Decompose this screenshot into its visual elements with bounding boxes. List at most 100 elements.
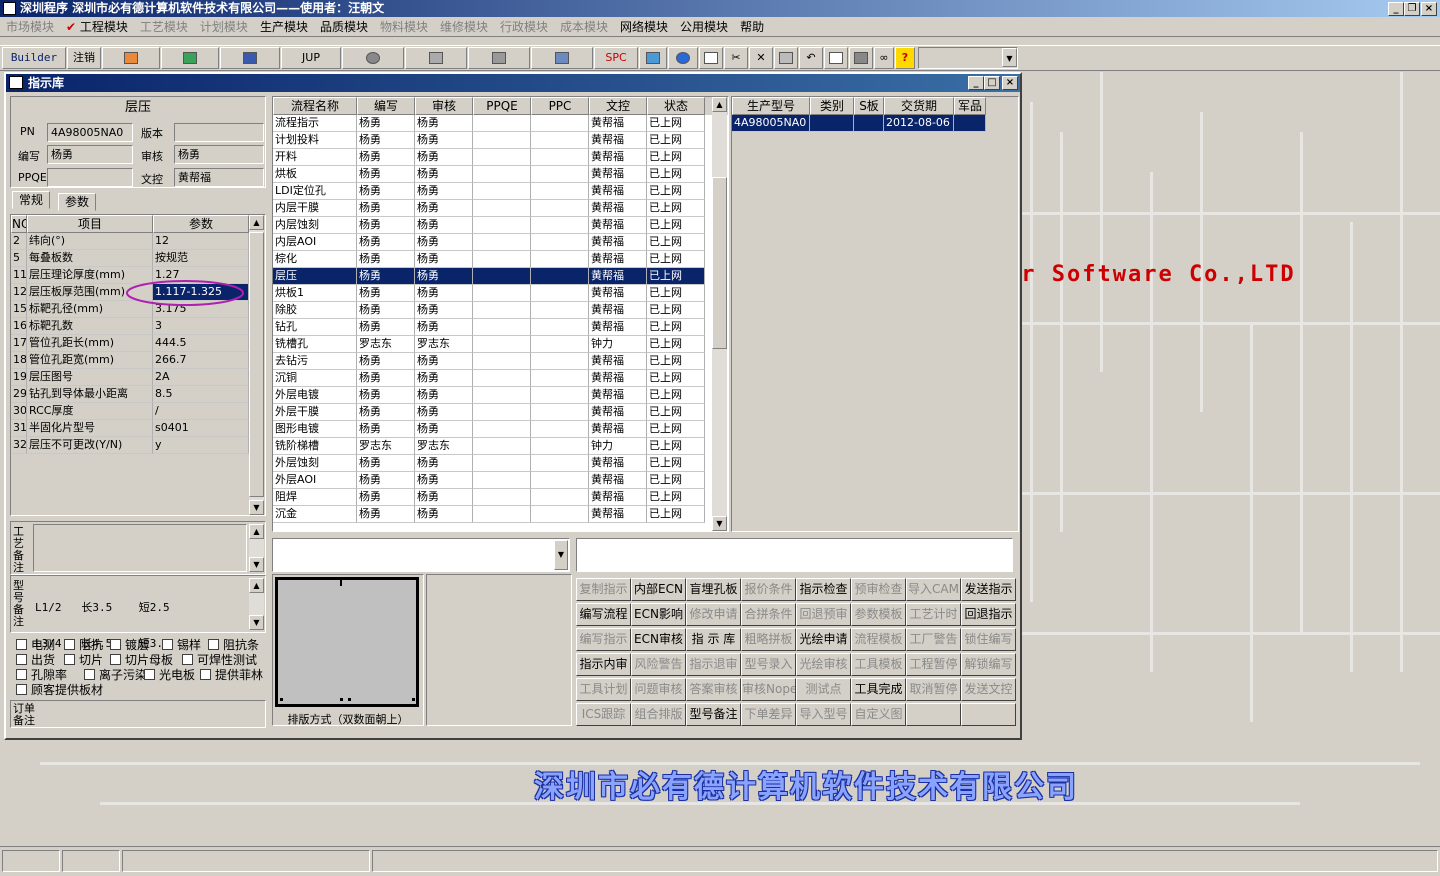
action-button[interactable]: 内部ECN [631,578,686,601]
production-col-header[interactable]: S板 [854,97,884,115]
chevron-down-icon[interactable]: ▼ [554,540,568,570]
action-button[interactable]: 自定义图 [851,703,906,726]
production-col-header[interactable]: 生产型号 [732,97,810,115]
table-row[interactable]: 17 管位孔距长(mm) 444.5 [11,335,265,352]
action-button[interactable]: 预审检查 [851,578,906,601]
menu-item-5[interactable]: 品质模块 [314,18,374,35]
table-row[interactable]: 去钻污 杨勇 杨勇 黄帮福 已上网 [273,353,728,370]
save-button[interactable] [774,47,798,69]
table-row[interactable]: LDI定位孔 杨勇 杨勇 黄帮福 已上网 [273,183,728,200]
table-row[interactable]: 16 标靶孔数 3 [11,318,265,335]
refresh-button[interactable] [639,47,667,69]
action-button[interactable]: ECN影响 [631,603,686,626]
table-row[interactable]: 棕化 杨勇 杨勇 黄帮福 已上网 [273,251,728,268]
flow-scrollbar[interactable]: ▲ ▼ [712,97,727,531]
action-button[interactable]: 流程模板 [851,628,906,651]
checkbox-box-icon[interactable] [182,654,193,665]
action-button[interactable]: 发送指示 [961,578,1016,601]
action-button[interactable]: 光绘审核 [796,653,851,676]
find-button[interactable]: ∞ [874,47,894,69]
production-col-header[interactable]: 军品 [954,97,986,115]
menu-item-3[interactable]: 计划模块 [194,18,254,35]
powerpoint-button[interactable] [102,47,160,69]
delete-button[interactable]: ✕ [749,47,773,69]
table-row[interactable]: 5 每叠板数 按规范 [11,250,265,267]
flow-col-header[interactable]: PPC [531,97,589,115]
child-minimize-button[interactable]: _ [968,76,984,90]
scroll-up-icon[interactable]: ▲ [249,215,264,230]
action-button[interactable]: 参数模板 [851,603,906,626]
menu-item-6[interactable]: 物料模块 [374,18,434,35]
checkbox-2-3[interactable]: 提供菲林 [200,666,263,683]
menu-item-2[interactable]: 工艺模块 [134,18,194,35]
action-button[interactable]: 工艺计时 [906,603,961,626]
table-row[interactable]: 钻孔 杨勇 杨勇 黄帮福 已上网 [273,319,728,336]
network-button[interactable] [468,47,530,69]
menu-item-9[interactable]: 成本模块 [554,18,614,35]
print-button[interactable] [849,47,873,69]
action-button[interactable]: 报价条件 [741,578,796,601]
table-row[interactable]: 沉金 杨勇 杨勇 黄帮福 已上网 [273,506,728,523]
action-button[interactable]: 工具模板 [851,653,906,676]
checkbox-box-icon[interactable] [16,639,27,650]
menu-item-7[interactable]: 维修模块 [434,18,494,35]
table-row[interactable]: 烘板 杨勇 杨勇 黄帮福 已上网 [273,166,728,183]
menu-item-8[interactable]: 行政模块 [494,18,554,35]
params-scrollbar[interactable]: ▲ ▼ [249,215,264,515]
checkbox-3-0[interactable]: 顾客提供板材 [16,681,103,698]
help-button[interactable]: ? [895,47,915,69]
menu-item-4[interactable]: 生产模块 [254,18,314,35]
scroll-down-icon[interactable]: ▼ [712,516,727,531]
table-row[interactable]: 阻焊 杨勇 杨勇 黄帮福 已上网 [273,489,728,506]
table-row[interactable]: 30 RCC厚度 / [11,403,265,420]
table-row[interactable]: 流程指示 杨勇 杨勇 黄帮福 已上网 [273,115,728,132]
flow-col-header[interactable]: PPQE [473,97,531,115]
menu-item-12[interactable]: 帮助 [734,18,770,35]
minimize-button[interactable]: _ [1388,2,1404,16]
ie-button[interactable] [668,47,698,69]
checkbox-box-icon[interactable] [208,639,219,650]
action-button[interactable]: 答案审核 [686,678,741,701]
table-row[interactable]: 内层蚀刻 杨勇 杨勇 黄帮福 已上网 [273,217,728,234]
doc-control-field[interactable]: 黄帮福 [174,168,264,187]
cut-button[interactable]: ✂ [724,47,748,69]
table-row[interactable]: 层压 杨勇 杨勇 黄帮福 已上网 [273,268,728,285]
action-button[interactable]: 回退预审 [796,603,851,626]
checkbox-box-icon[interactable] [144,669,155,680]
jup-button[interactable]: JUP [281,47,341,69]
table-row[interactable]: 19 层压图号 2A [11,369,265,386]
action-button[interactable]: 编写指示 [576,628,631,651]
logout-button[interactable]: 注销 [67,47,101,69]
table-row[interactable]: 沉铜 杨勇 杨勇 黄帮福 已上网 [273,370,728,387]
scroll-thumb[interactable] [712,177,727,349]
remark-input[interactable] [576,538,1013,572]
checkbox-box-icon[interactable] [16,654,27,665]
flow-combo[interactable]: ▼ [272,538,570,572]
action-button[interactable]: 导入CAM [906,578,961,601]
flow-col-header[interactable]: 状态 [647,97,705,115]
checkbox-box-icon[interactable] [16,669,27,680]
params-col-header[interactable]: 项目 [27,215,153,233]
checkbox-box-icon[interactable] [110,654,121,665]
action-button[interactable]: 解锁编写 [961,653,1016,676]
table-row[interactable]: 29 钻孔到导体最小距离 8.5 [11,386,265,403]
checkbox-box-icon[interactable] [64,639,75,650]
pn-field[interactable]: 4A98005NA0 [47,123,133,142]
action-button[interactable]: 粗略拼板 [741,628,796,651]
spc-button[interactable]: SPC [594,47,638,69]
menu-item-10[interactable]: 网络模块 [614,18,674,35]
table-row[interactable]: 32 层压不可更改(Y/N) y [11,437,265,454]
table-row[interactable]: 除胶 杨勇 杨勇 黄帮福 已上网 [273,302,728,319]
chevron-down-icon[interactable]: ▼ [1002,48,1017,67]
builder-button[interactable]: Builder [2,47,66,69]
flow-col-header[interactable]: 编写 [357,97,415,115]
flow-col-header[interactable]: 流程名称 [273,97,357,115]
action-button[interactable]: 问题审核 [631,678,686,701]
menu-item-1[interactable]: ✔ 工程模块 [60,18,134,35]
table-row[interactable]: 2 纬向(°) 12 [11,233,265,250]
reviewer-field[interactable]: 杨勇 [174,145,264,164]
action-button[interactable]: 复制指示 [576,578,631,601]
action-button[interactable]: 型号备注 [686,703,741,726]
editor-field[interactable]: 杨勇 [47,145,133,164]
version-field[interactable] [174,123,264,142]
